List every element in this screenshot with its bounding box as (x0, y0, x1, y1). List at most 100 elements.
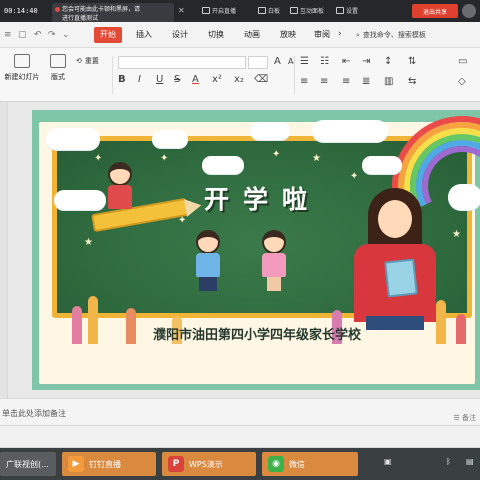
notes-icon: ☰ (453, 414, 462, 422)
grow-font-icon[interactable]: A (274, 56, 281, 67)
thumbnail-pane[interactable] (0, 102, 8, 398)
cloud (152, 130, 188, 148)
search-input[interactable]: 查找命令、搜索模板 (363, 30, 426, 40)
tab-review[interactable]: 审阅 (314, 29, 330, 40)
tool-whiteboard[interactable]: 白板 (258, 6, 280, 15)
taskbar-item-label: 微信 (289, 459, 305, 469)
tab-transition[interactable]: 切换 (208, 29, 224, 40)
tab-design[interactable]: 设计 (172, 29, 188, 40)
command-search[interactable]: ⌕ 查找命令、搜索模板 (356, 27, 474, 43)
star-icon: ✦ (178, 215, 187, 226)
live-toolbar: 00:14:40 您会可能由此卡顿和黑屏，请 进行直播测试 ✕ 开启直播 白板 … (0, 0, 480, 27)
underline-button[interactable]: U (156, 74, 163, 85)
plant (72, 306, 82, 344)
align-right-icon[interactable]: ≡ (342, 76, 350, 87)
tabs-more-icon[interactable]: › (338, 29, 342, 39)
tab-home[interactable]: 开始 (94, 27, 122, 43)
font-size-select[interactable] (248, 56, 268, 69)
strikethrough-button[interactable]: S (174, 74, 180, 85)
tool-start-live[interactable]: 开启直播 (202, 6, 236, 15)
slide-canvas[interactable]: ✦ ✦ ✦ ★ ✦ ★ ★ ✦ 开学啦 濮阳市油田第四小学四年级家长学校 (32, 97, 480, 390)
tool-settings[interactable]: 设置 (336, 6, 358, 15)
screen: 00:14:40 您会可能由此卡顿和黑屏，请 进行直播测试 ✕ 开启直播 白板 … (0, 0, 480, 480)
slide-caption-area: 濮阳市油田第四小学四年级家长学校 (112, 322, 402, 350)
cloud (448, 184, 480, 210)
taskbar-item-wechat[interactable]: ◉ 微信 (262, 452, 358, 476)
tab-insert[interactable]: 插入 (136, 29, 152, 40)
tray-expand-icon[interactable]: ▤ (466, 457, 474, 466)
live-notice-line1: 您会可能由此卡顿和黑屏，请 (62, 6, 141, 13)
book-icon (384, 258, 418, 298)
align-left-icon[interactable]: ≡ (300, 76, 308, 87)
taskbar-item-wps[interactable]: P WPS演示 (162, 452, 256, 476)
taskbar-item-label: WPS演示 (189, 459, 223, 469)
status-bar (0, 426, 480, 448)
live-timer: 00:14:40 (4, 7, 38, 15)
align-center-icon[interactable]: ≡ (320, 76, 328, 87)
indent-increase-icon[interactable]: ⇥ (362, 56, 370, 67)
star-icon: ★ (84, 237, 93, 248)
slide-editor: ✦ ✦ ✦ ★ ✦ ★ ★ ✦ 开学啦 濮阳市油田第四小学四年级家长学校 (0, 97, 480, 398)
shrink-font-icon[interactable]: A (288, 57, 293, 66)
close-icon[interactable]: ✕ (178, 6, 185, 15)
star-icon: ✦ (272, 149, 281, 160)
taskbar-item-browser[interactable]: 广联视创(... (0, 452, 56, 476)
cloud (250, 122, 290, 140)
star-icon: ★ (452, 229, 461, 240)
open-icon[interactable]: ▢ (18, 30, 27, 40)
avatar[interactable] (462, 4, 476, 18)
plant (88, 296, 98, 344)
numbering-icon[interactable]: ☷ (320, 56, 329, 67)
slide-caption[interactable]: 濮阳市油田第四小学四年级家长学校 (112, 322, 402, 350)
line-spacing-icon[interactable]: ↕ (384, 56, 392, 67)
superscript-icon[interactable]: x² (212, 74, 222, 85)
new-slide-button[interactable]: 新建幻灯片 (2, 54, 42, 82)
columns-icon[interactable]: ▥ (384, 76, 393, 87)
chevron-down-icon[interactable]: ⌄ (62, 30, 70, 40)
taskbar: 广联视创(... ▶ 钉钉直播 P WPS演示 ◉ 微信 ▣ ᛒ ▤ (0, 448, 480, 480)
clear-format-icon[interactable]: ⌫ (254, 74, 268, 85)
cloud (202, 156, 244, 174)
cloud (54, 190, 106, 210)
bullets-icon[interactable]: ☰ (300, 56, 309, 67)
shape-icon[interactable]: ◇ (458, 76, 466, 87)
reset-icon: ⟲ (76, 57, 82, 65)
cloud (312, 120, 388, 142)
reset-button[interactable]: ⟲ 重置 (76, 56, 99, 66)
search-icon: ⌕ (356, 30, 360, 39)
redo-icon[interactable]: ↷ (48, 30, 56, 40)
live-stream-icon: ▶ (68, 456, 84, 472)
italic-button[interactable]: I (138, 74, 141, 85)
justify-icon[interactable]: ≣ (362, 76, 370, 87)
layout-button[interactable]: 版式 (44, 54, 72, 82)
notes-toggle[interactable]: ☰ 备注 (453, 413, 476, 423)
text-direction-icon[interactable]: ⇆ (408, 76, 416, 87)
ribbon-tabs: ≡ ▢ ↶ ↷ ⌄ 开始 插入 设计 切换 动画 放映 审阅 › ⌕ 查找命令、… (0, 22, 480, 48)
wechat-icon: ◉ (268, 456, 284, 472)
taskbar-item-dingtalk-live[interactable]: ▶ 钉钉直播 (62, 452, 156, 476)
tab-animation[interactable]: 动画 (244, 29, 260, 40)
undo-icon[interactable]: ↶ (34, 30, 42, 40)
font-color-button[interactable]: A (192, 74, 199, 85)
exit-share-button[interactable]: 退出共享 (412, 4, 458, 18)
notes-pane[interactable]: 单击此处添加备注 ☰ 备注 (0, 398, 480, 426)
panel-icon (290, 7, 298, 14)
star-icon: ✦ (94, 153, 103, 164)
ribbon-toolbar: 新建幻灯片 版式 ⟲ 重置 A A B I U S A x² x₂ ⌫ ☰ ☷ … (0, 48, 480, 102)
slide-title-art: 开学啦 (204, 185, 322, 214)
plant (456, 314, 466, 344)
layout-icon (50, 54, 66, 68)
bold-button[interactable]: B (118, 74, 126, 85)
divider (112, 56, 113, 94)
notes-placeholder[interactable]: 单击此处添加备注 (2, 408, 66, 419)
sort-icon[interactable]: ⇅ (408, 56, 416, 67)
bluetooth-icon[interactable]: ᛒ (446, 457, 451, 466)
menu-icon[interactable]: ≡ (4, 30, 12, 40)
tray-app-icon[interactable]: ▣ (384, 457, 392, 466)
subscript-icon[interactable]: x₂ (234, 74, 244, 85)
tab-slideshow[interactable]: 放映 (280, 29, 296, 40)
indent-decrease-icon[interactable]: ⇤ (342, 56, 350, 67)
textbox-icon[interactable]: ▭ (458, 56, 467, 67)
tool-interaction-panel[interactable]: 互动面板 (290, 6, 324, 15)
font-family-select[interactable] (118, 56, 246, 69)
